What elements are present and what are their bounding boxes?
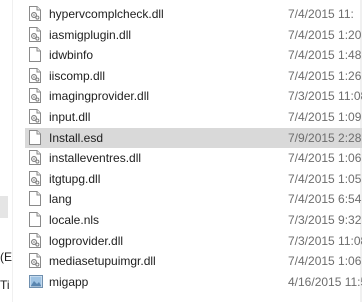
- file-date-modified: 7/4/2015 1:48: [288, 48, 362, 63]
- file-row[interactable]: locale.nls 7/3/2015 9:32: [25, 210, 362, 231]
- dll-icon: [29, 253, 41, 269]
- file-name[interactable]: locale.nls: [49, 213, 99, 227]
- dll-icon: [29, 26, 41, 42]
- file-name[interactable]: Install.esd: [49, 131, 103, 145]
- file-name[interactable]: input.dll: [49, 110, 90, 124]
- nav-item-label[interactable]: Ti: [0, 278, 10, 292]
- dll-icon: [29, 232, 41, 248]
- file-list: hypervcomplcheck.dll 7/4/2015 11: iasmigpl…: [25, 4, 362, 292]
- file-icon: [29, 211, 41, 227]
- file-date-modified: 7/4/2015 1:26: [288, 68, 362, 83]
- file-row[interactable]: hypervcomplcheck.dll 7/4/2015 11:: [25, 4, 362, 25]
- file-date-modified: 7/4/2015 1:06: [288, 254, 362, 269]
- navigation-pane[interactable]: (E Ti: [0, 0, 12, 302]
- file-date-modified: 7/4/2015 1:05: [288, 171, 362, 186]
- file-icon: [29, 191, 41, 207]
- file-name[interactable]: mediasetupuimgr.dll: [49, 254, 156, 268]
- file-date-modified: 7/4/2015 1:09: [288, 109, 362, 124]
- nav-drive-label[interactable]: (E: [0, 250, 12, 264]
- file-date-modified: 7/4/2015 1:20: [288, 27, 362, 42]
- file-date-modified: 7/9/2015 2:28: [288, 130, 362, 145]
- file-row[interactable]: lang 7/4/2015 6:54: [25, 189, 362, 210]
- dll-icon: [29, 150, 41, 166]
- file-row[interactable]: idwbinfo 7/4/2015 1:48: [25, 45, 362, 66]
- file-row[interactable]: migapp 4/16/2015 11:5: [25, 272, 362, 293]
- file-row[interactable]: input.dll 7/4/2015 1:09: [25, 107, 362, 128]
- file-icon: [29, 129, 41, 145]
- file-row[interactable]: mediasetupuimgr.dll 7/4/2015 1:06: [25, 251, 362, 272]
- file-name[interactable]: iiscomp.dll: [49, 69, 105, 83]
- dll-icon: [29, 6, 41, 21]
- file-name[interactable]: hypervcomplcheck.dll: [49, 7, 164, 21]
- file-row[interactable]: installeventres.dll 7/4/2015 1:06: [25, 148, 362, 169]
- file-name[interactable]: migapp: [49, 275, 88, 289]
- file-date-modified: 7/4/2015 6:54: [288, 192, 362, 207]
- file-row[interactable]: imagingprovider.dll 7/3/2015 11:08: [25, 86, 362, 107]
- pane-divider[interactable]: [12, 0, 13, 302]
- dll-icon: [29, 67, 41, 83]
- file-date-modified: 7/4/2015 1:06: [288, 151, 362, 166]
- file-icon: [29, 47, 41, 63]
- dll-icon: [29, 170, 41, 186]
- file-row[interactable]: Install.esd 7/9/2015 2:28: [25, 127, 362, 149]
- file-row[interactable]: iasmigplugin.dll 7/4/2015 1:20: [25, 25, 362, 46]
- nav-item-highlight[interactable]: [0, 196, 8, 218]
- file-name[interactable]: itgtupg.dll: [49, 172, 100, 186]
- file-date-modified: 7/4/2015 11:: [288, 7, 354, 21]
- file-date-modified: 4/16/2015 11:5: [288, 274, 362, 289]
- image-icon: [29, 274, 43, 289]
- file-name[interactable]: idwbinfo: [49, 48, 93, 62]
- dll-icon: [29, 88, 41, 104]
- file-date-modified: 7/3/2015 11:08: [288, 233, 362, 248]
- file-row[interactable]: itgtupg.dll 7/4/2015 1:05: [25, 169, 362, 190]
- file-name[interactable]: logprovider.dll: [49, 234, 123, 248]
- file-name[interactable]: iasmigplugin.dll: [49, 28, 131, 42]
- dll-icon: [29, 108, 41, 124]
- file-name[interactable]: lang: [49, 192, 72, 206]
- file-row[interactable]: logprovider.dll 7/3/2015 11:08: [25, 231, 362, 252]
- file-date-modified: 7/3/2015 11:08: [288, 89, 362, 104]
- file-row[interactable]: iiscomp.dll 7/4/2015 1:26: [25, 66, 362, 87]
- file-date-modified: 7/3/2015 9:32: [288, 212, 362, 227]
- file-name[interactable]: imagingprovider.dll: [49, 89, 149, 103]
- file-name[interactable]: installeventres.dll: [49, 151, 141, 165]
